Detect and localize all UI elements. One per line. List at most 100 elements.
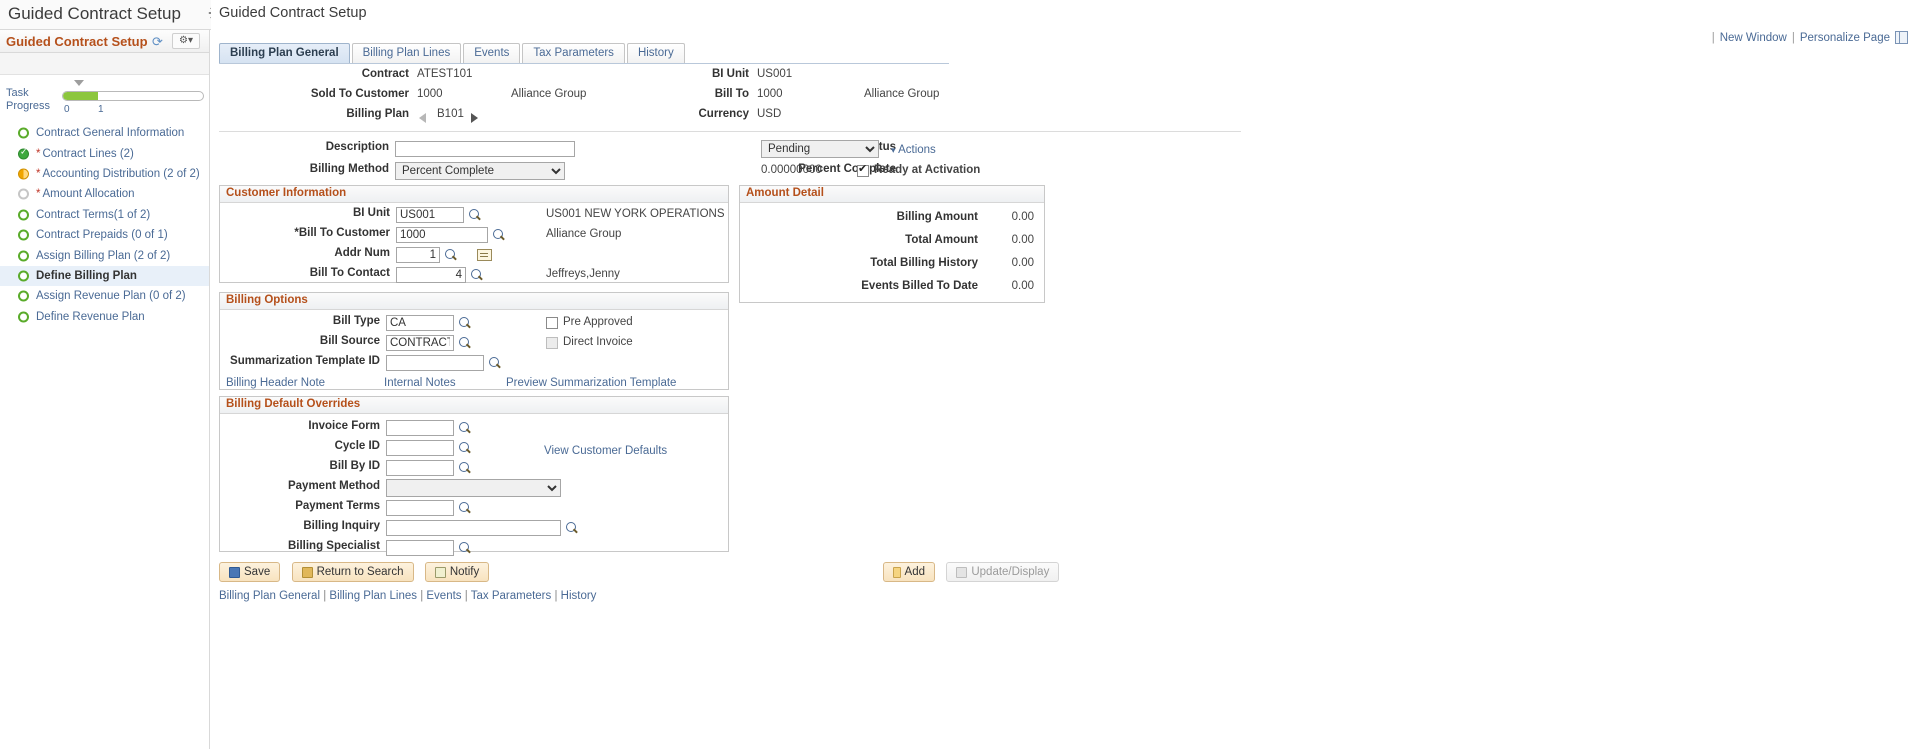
- save-button[interactable]: Save: [219, 562, 281, 582]
- sidebar-item-label: Contract General Information: [36, 127, 185, 140]
- total-amount-label: Total Amount: [905, 234, 978, 246]
- add-icon: [893, 566, 901, 578]
- summarization-template-input[interactable]: [386, 355, 484, 371]
- tab-events[interactable]: Events: [463, 43, 521, 63]
- events-billed-to-date-label: Events Billed To Date: [861, 280, 978, 292]
- direct-invoice-label: Direct Invoice: [563, 336, 633, 348]
- total-billing-history-label: Total Billing History: [870, 257, 978, 269]
- tab-history[interactable]: History: [626, 43, 685, 63]
- bill-to-customer-lookup-icon[interactable]: [493, 229, 506, 242]
- billing-method-select[interactable]: Percent Complete: [395, 162, 565, 180]
- sidebar-gear-menu[interactable]: ⚙▾: [172, 33, 200, 49]
- pre-approved-checkbox[interactable]: [546, 317, 558, 329]
- payment-terms-lookup-icon[interactable]: [459, 502, 472, 515]
- bill-type-input[interactable]: [386, 315, 454, 331]
- billing-specialist-input[interactable]: [386, 540, 454, 556]
- internal-notes-link[interactable]: Internal Notes: [384, 377, 456, 389]
- invoice-form-input[interactable]: [386, 420, 454, 436]
- bi-unit-lookup-icon[interactable]: [469, 209, 482, 222]
- billing-inquiry-lookup-icon[interactable]: [566, 522, 579, 535]
- contract-label: Contract: [361, 68, 409, 80]
- bill-source-input[interactable]: [386, 335, 454, 351]
- description-input[interactable]: [395, 141, 575, 157]
- actions-link[interactable]: ▾ Actions: [891, 144, 936, 156]
- bill-to-header-label: Bill To: [714, 88, 749, 100]
- invoice-form-lookup-icon[interactable]: [459, 422, 472, 435]
- payment-method-row: Payment Method: [220, 479, 728, 500]
- sidebar-item-assign-revenue-plan[interactable]: Assign Revenue Plan (0 of 2): [0, 286, 209, 306]
- sidebar-item-define-revenue-plan[interactable]: Define Revenue Plan: [0, 307, 209, 327]
- sidebar-item-contract-lines[interactable]: *Contract Lines (2): [0, 143, 209, 163]
- billing-amount-row: Billing Amount 0.00: [740, 211, 1044, 234]
- billing-status-select[interactable]: Pending: [761, 140, 879, 158]
- billing-plan-next-icon[interactable]: [471, 113, 478, 123]
- tab-billing-plan-general[interactable]: Billing Plan General: [219, 43, 350, 63]
- refresh-icon[interactable]: ⟳: [152, 34, 163, 50]
- view-customer-defaults-link[interactable]: View Customer Defaults: [544, 445, 667, 457]
- task-progress-track: [62, 91, 204, 101]
- billing-inquiry-input[interactable]: [386, 520, 561, 536]
- addr-num-lookup-icon[interactable]: [445, 249, 458, 262]
- bill-to-contact-input[interactable]: [396, 267, 466, 283]
- summarization-template-lookup-icon[interactable]: [489, 357, 502, 370]
- address-note-icon[interactable]: [477, 249, 492, 261]
- bottom-action-bar: Save Return to Search Notify: [219, 562, 497, 582]
- sidebar-item-contract-terms[interactable]: Contract Terms(1 of 2): [0, 205, 209, 225]
- add-button-label: Add: [904, 566, 925, 578]
- sold-to-customer-name: Alliance Group: [511, 88, 587, 100]
- cycle-id-input[interactable]: [386, 440, 454, 456]
- sidebar-item-amount-allocation[interactable]: * Amount Allocation: [0, 184, 209, 204]
- footer-link-tax-parameters[interactable]: Tax Parameters: [471, 590, 552, 602]
- status-open-icon: [18, 209, 29, 221]
- ready-at-activation-label: Ready at Activation: [874, 164, 981, 176]
- tab-tax-parameters[interactable]: Tax Parameters: [522, 43, 625, 63]
- billing-options-title: Billing Options: [220, 293, 728, 310]
- required-indicator: *: [36, 147, 41, 160]
- bill-by-id-input[interactable]: [386, 460, 454, 476]
- status-open-icon: [18, 290, 29, 302]
- notify-button[interactable]: Notify: [424, 562, 490, 582]
- payment-terms-input[interactable]: [386, 500, 454, 516]
- billing-plan-prev-icon[interactable]: [419, 113, 426, 123]
- ready-at-activation-checkbox[interactable]: [857, 163, 869, 177]
- add-button[interactable]: Add: [883, 562, 935, 582]
- total-billing-history-row: Total Billing History 0.00: [740, 257, 1044, 280]
- cycle-id-lookup-icon[interactable]: [459, 442, 472, 455]
- bill-to-customer-description: Alliance Group: [546, 228, 622, 240]
- sidebar-item-contract-prepaids[interactable]: Contract Prepaids (0 of 1): [0, 225, 209, 245]
- footer-link-billing-plan-lines[interactable]: Billing Plan Lines: [329, 590, 417, 602]
- bi-unit-header-value: US001: [757, 68, 793, 80]
- sidebar-item-accounting-distribution[interactable]: * Accounting Distribution (2 of 2): [0, 164, 209, 184]
- sidebar-item-define-billing-plan[interactable]: Define Billing Plan: [0, 265, 209, 287]
- addr-num-input[interactable]: [396, 247, 440, 263]
- description-row: Description *Billing Status Pending ▾ Ac…: [219, 140, 1239, 163]
- footer-link-history[interactable]: History: [561, 590, 597, 602]
- bill-type-row: Bill Type Pre Approved: [220, 315, 728, 335]
- footer-link-events[interactable]: Events: [426, 590, 461, 602]
- bill-to-customer-input[interactable]: [396, 227, 488, 243]
- payment-method-select[interactable]: [386, 479, 561, 497]
- bill-by-id-lookup-icon[interactable]: [459, 462, 472, 475]
- return-to-search-button[interactable]: Return to Search: [291, 562, 414, 582]
- page-title: Guided Contract Setup: [219, 5, 367, 21]
- bill-to-contact-lookup-icon[interactable]: [471, 269, 484, 282]
- status-done-icon: [18, 146, 29, 160]
- footer-link-billing-plan-general[interactable]: Billing Plan General: [219, 590, 320, 602]
- new-window-link[interactable]: New Window: [1720, 32, 1787, 44]
- sidebar: Guided Contract Setup ⟳ ⚙▾ Task Progress…: [0, 30, 210, 749]
- sidebar-item-contract-general-information[interactable]: Contract General Information: [0, 123, 209, 143]
- preview-summarization-template-link[interactable]: Preview Summarization Template: [506, 377, 676, 389]
- sidebar-title: Guided Contract Setup: [6, 34, 148, 49]
- billing-header-note-link[interactable]: Billing Header Note: [226, 377, 325, 389]
- grid-layout-icon[interactable]: [1895, 31, 1908, 44]
- bill-source-lookup-icon[interactable]: [459, 337, 472, 350]
- direct-invoice-checkbox[interactable]: [546, 337, 558, 349]
- bill-type-lookup-icon[interactable]: [459, 317, 472, 330]
- billing-specialist-lookup-icon[interactable]: [459, 542, 472, 555]
- sidebar-item-assign-billing-plan[interactable]: Assign Billing Plan (2 of 2): [0, 245, 209, 265]
- tab-billing-plan-lines[interactable]: Billing Plan Lines: [351, 43, 462, 63]
- bi-unit-input[interactable]: [396, 207, 464, 223]
- footer-links: Billing Plan General | Billing Plan Line…: [219, 590, 596, 602]
- personalize-page-link[interactable]: Personalize Page: [1800, 32, 1890, 44]
- update-display-button[interactable]: Update/Display: [946, 562, 1060, 582]
